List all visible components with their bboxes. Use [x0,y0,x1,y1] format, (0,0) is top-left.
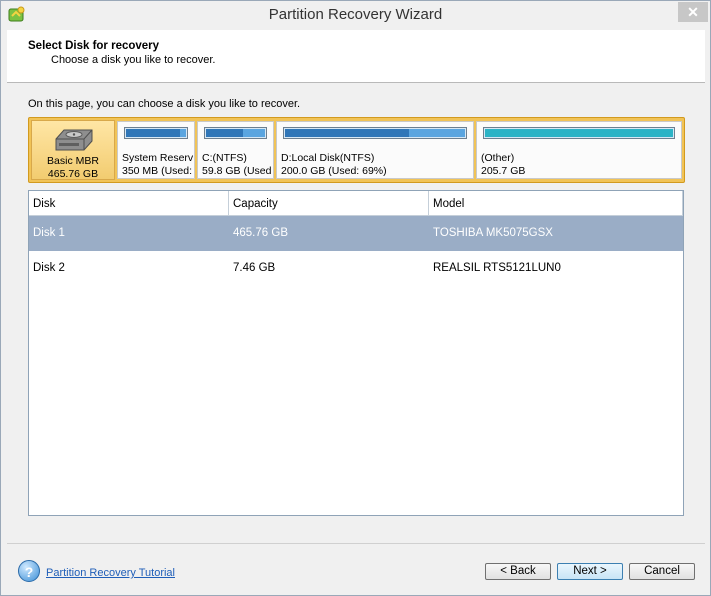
cell-capacity: 465.76 GB [233,227,288,239]
usage-fill [285,129,410,137]
table-row[interactable]: Disk 1 465.76 GB TOSHIBA MK5075GSX [29,216,683,251]
usage-fill [485,129,673,137]
disk-table: Disk Capacity Model Disk 1 465.76 GB TOS… [28,190,684,516]
wizard-footer: ? Partition Recovery Tutorial < Back Nex… [7,543,705,592]
title-bar: Partition Recovery Wizard ✕ [1,1,710,29]
usage-rest [242,129,265,137]
intro-text: On this page, you can choose a disk you … [28,98,301,110]
usage-rest [409,129,465,137]
usage-rest [180,129,186,137]
cell-capacity: 7.46 GB [233,262,276,274]
usage-bar [283,127,467,139]
disk-type-label: Basic MBR [47,155,99,167]
partition-info: 350 MB (Used: [122,165,193,177]
partition-system-reserved[interactable]: System Reserv 350 MB (Used: [117,121,195,179]
column-header-disk[interactable]: Disk [29,191,229,215]
partition-name: (Other) [481,152,515,164]
hard-drive-icon [55,129,93,151]
wizard-window: Partition Recovery Wizard ✕ Select Disk … [0,0,711,596]
close-icon: ✕ [687,3,699,20]
page-subtitle: Choose a disk you like to recover. [51,54,216,66]
usage-fill [206,129,243,137]
page-title: Select Disk for recovery [28,40,160,52]
back-button[interactable]: < Back [485,563,551,580]
window-title: Partition Recovery Wizard [268,6,443,23]
help-icon[interactable]: ? [18,560,40,582]
partition-info: 200.0 GB (Used: 69%) [281,165,387,177]
usage-fill [126,129,180,137]
cell-model: TOSHIBA MK5075GSX [433,227,553,239]
column-header-model[interactable]: Model [429,191,683,215]
disk-size-label: 465.76 GB [47,168,99,180]
partition-c[interactable]: C:(NTFS) 59.8 GB (Used [197,121,274,179]
wizard-content: On this page, you can choose a disk you … [7,83,705,543]
partition-name: C:(NTFS) [202,152,247,164]
partition-info: 59.8 GB (Used [202,165,272,177]
cell-disk: Disk 2 [33,262,65,274]
usage-bar [483,127,675,139]
partition-d[interactable]: D:Local Disk(NTFS) 200.0 GB (Used: 69%) [276,121,474,179]
partition-name: System Reserv [122,152,194,164]
wizard-header: Select Disk for recovery Choose a disk y… [7,30,705,83]
cancel-button[interactable]: Cancel [629,563,695,580]
disk-tile[interactable]: Basic MBR 465.76 GB [31,120,115,180]
usage-bar [204,127,267,139]
cell-disk: Disk 1 [33,227,65,239]
table-row[interactable]: Disk 2 7.46 GB REALSIL RTS5121LUN0 [29,251,683,286]
cell-model: REALSIL RTS5121LUN0 [433,262,561,274]
tutorial-link[interactable]: Partition Recovery Tutorial [46,567,175,579]
partition-info: 205.7 GB [481,165,526,177]
partition-other[interactable]: (Other) 205.7 GB [476,121,682,179]
column-header-capacity[interactable]: Capacity [229,191,429,215]
disk-map[interactable]: Basic MBR 465.76 GB System Reserv 350 MB… [28,117,685,183]
partition-name: D:Local Disk(NTFS) [281,152,375,164]
next-button[interactable]: Next > [557,563,623,580]
close-button[interactable]: ✕ [678,2,708,22]
usage-bar [124,127,188,139]
table-header: Disk Capacity Model [29,191,683,216]
